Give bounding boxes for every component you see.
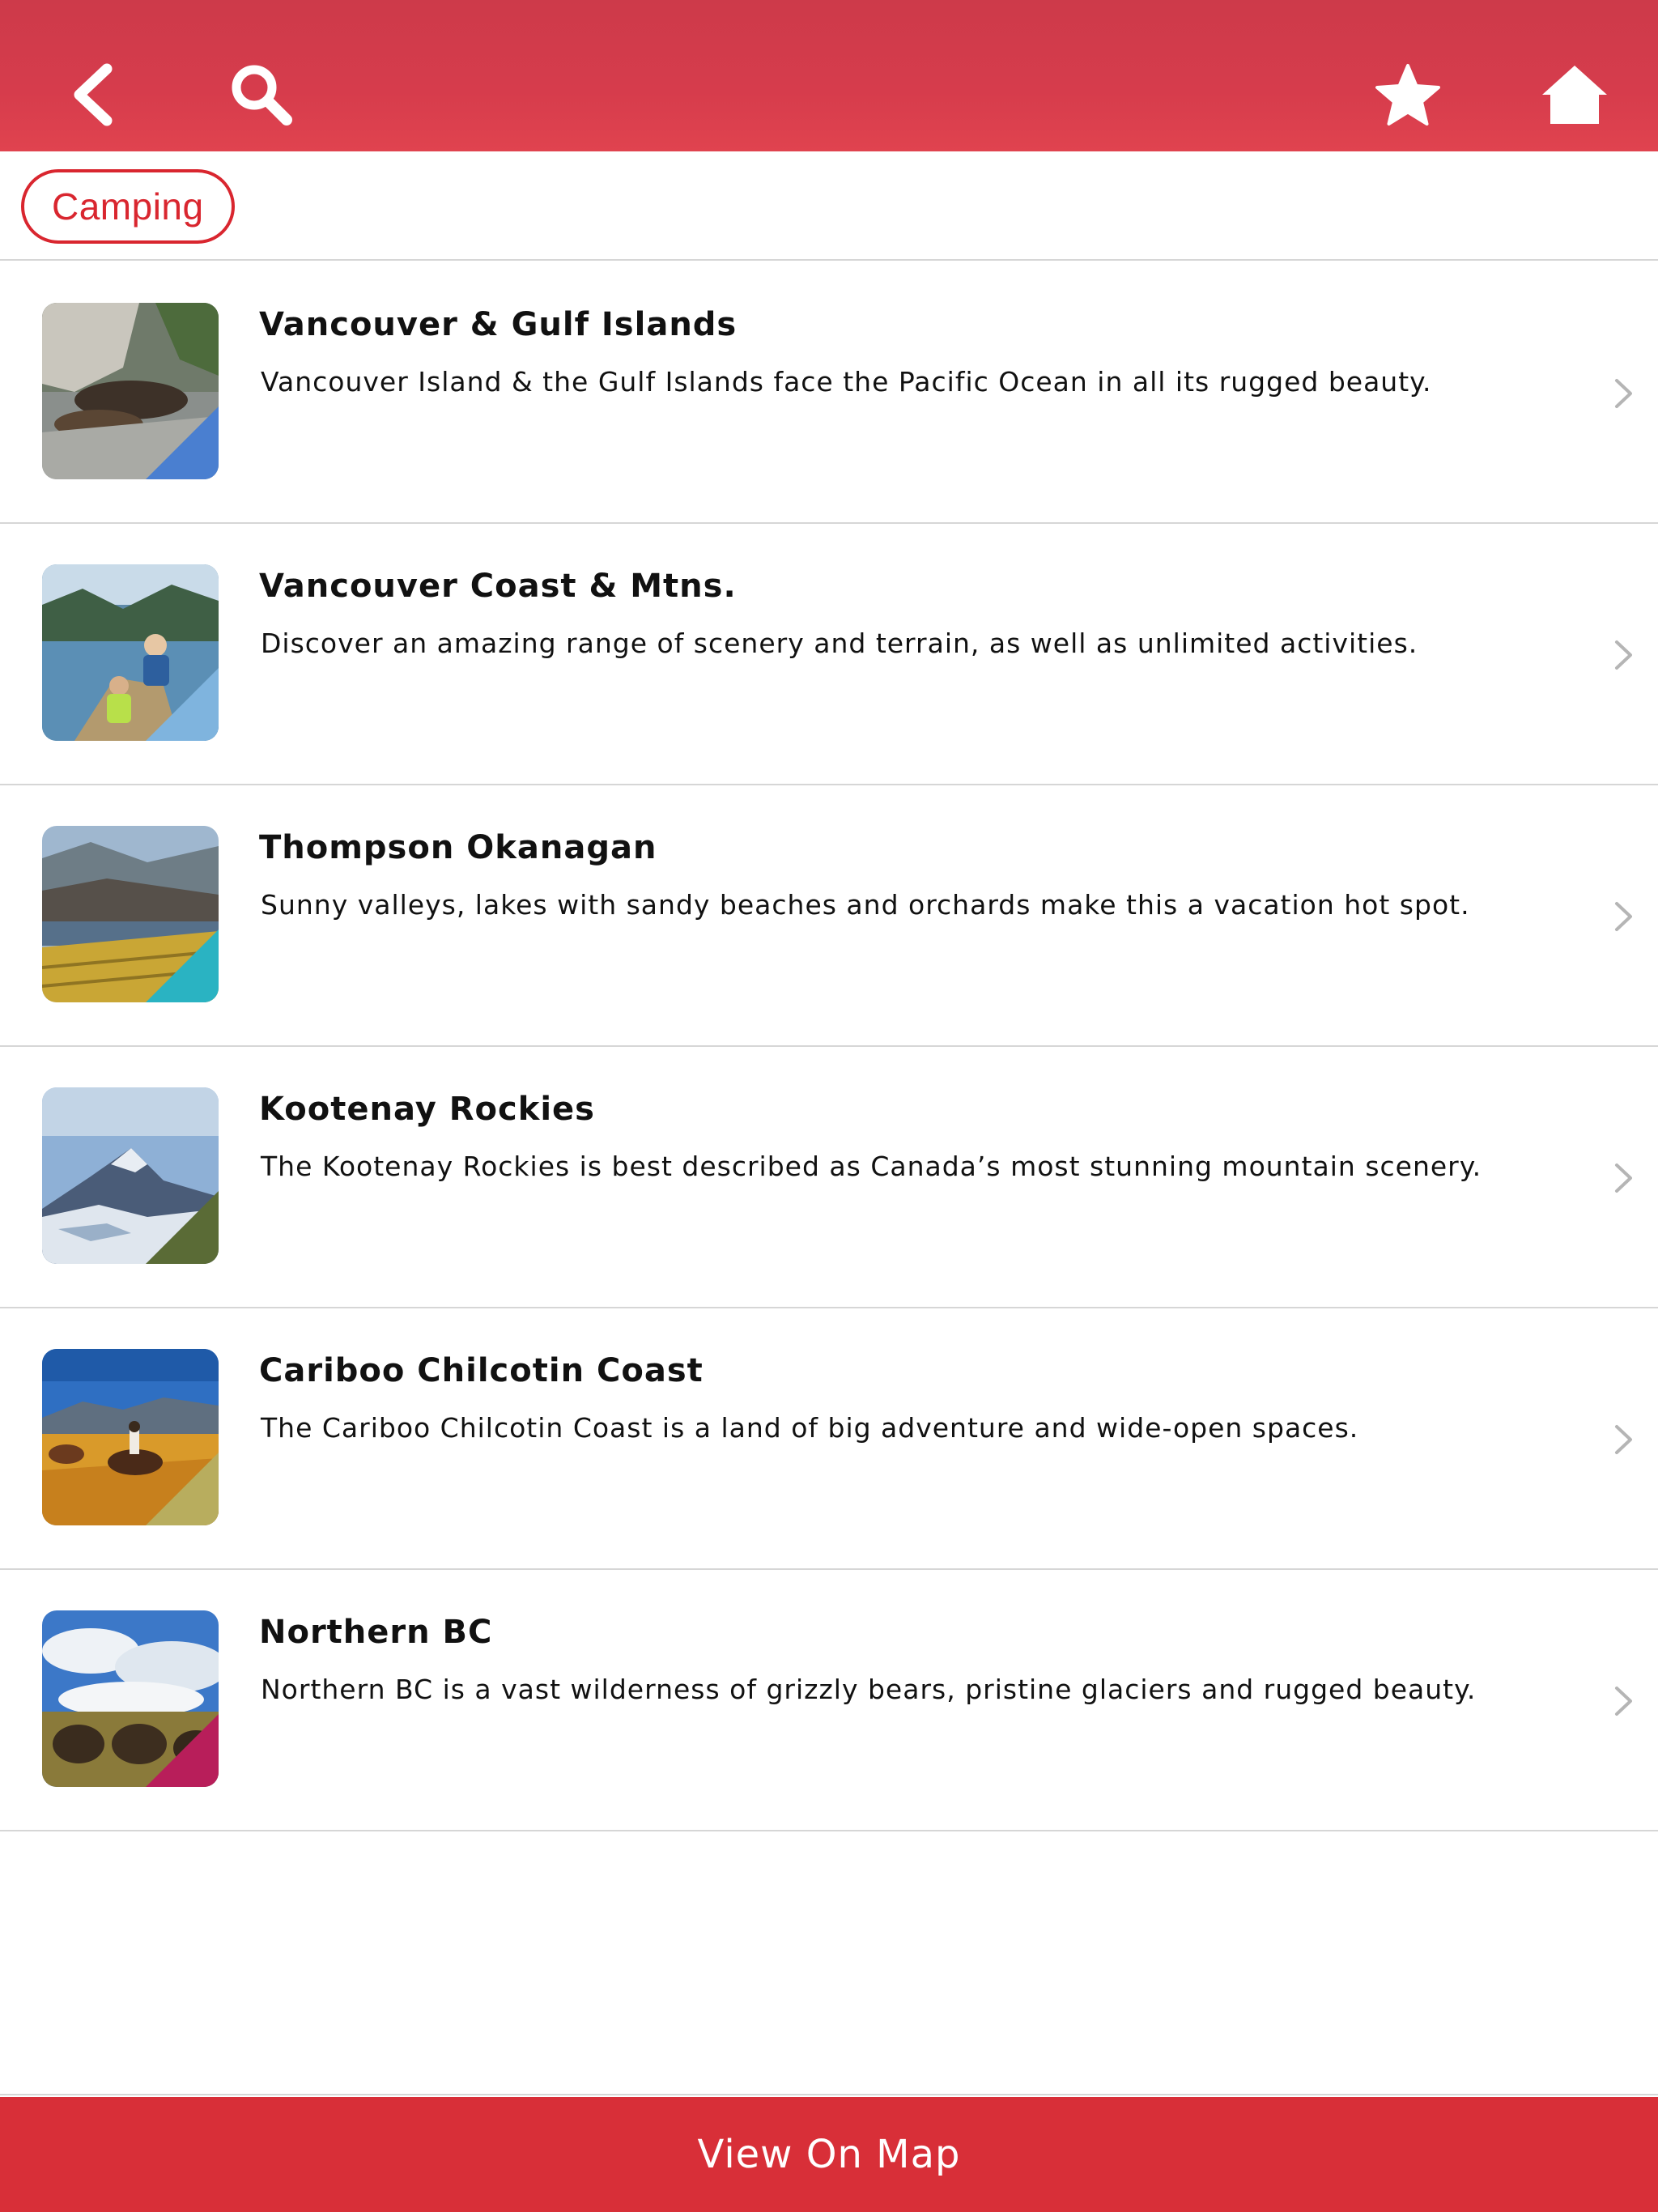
region-description: The Cariboo Chilcotin Coast is a land of… bbox=[261, 1412, 1359, 1444]
divider bbox=[0, 2094, 1658, 2095]
camping-filter-chip[interactable]: Camping bbox=[21, 169, 235, 244]
chevron-right-icon bbox=[1615, 379, 1632, 408]
search-icon bbox=[232, 65, 292, 125]
chevron-right-icon bbox=[1615, 902, 1632, 931]
region-thumbnail bbox=[42, 1349, 219, 1525]
top-nav-bar bbox=[0, 0, 1658, 151]
region-title: Northern BC bbox=[259, 1614, 493, 1651]
list-item[interactable]: Vancouver & Gulf Islands Vancouver Islan… bbox=[0, 262, 1658, 524]
chevron-right-icon bbox=[1615, 640, 1632, 670]
region-title: Vancouver & Gulf Islands bbox=[259, 306, 738, 343]
page: Camping Vancouver & Gulf Islands Vancouv… bbox=[0, 0, 1658, 2212]
region-description: Vancouver Island & the Gulf Islands face… bbox=[261, 366, 1432, 398]
region-list: Vancouver & Gulf Islands Vancouver Islan… bbox=[0, 262, 1658, 1831]
chevron-left-icon bbox=[74, 63, 113, 126]
region-description: Discover an amazing range of scenery and… bbox=[261, 627, 1418, 659]
region-thumbnail bbox=[42, 1087, 219, 1264]
region-description: Northern BC is a vast wilderness of griz… bbox=[261, 1674, 1477, 1705]
filter-bar: Camping bbox=[0, 151, 1658, 261]
region-thumbnail bbox=[42, 826, 219, 1002]
region-title: Cariboo Chilcotin Coast bbox=[259, 1352, 704, 1389]
home-icon bbox=[1542, 66, 1607, 124]
region-title: Kootenay Rockies bbox=[259, 1091, 595, 1128]
view-on-map-button[interactable]: View On Map bbox=[0, 2097, 1658, 2212]
region-description: The Kootenay Rockies is best described a… bbox=[261, 1151, 1482, 1182]
list-item[interactable]: Northern BC Northern BC is a vast wilder… bbox=[0, 1570, 1658, 1831]
star-icon bbox=[1375, 64, 1440, 125]
list-item[interactable]: Thompson Okanagan Sunny valleys, lakes w… bbox=[0, 785, 1658, 1047]
region-description: Sunny valleys, lakes with sandy beaches … bbox=[261, 889, 1470, 921]
list-item[interactable]: Kootenay Rockies The Kootenay Rockies is… bbox=[0, 1047, 1658, 1308]
list-item[interactable]: Cariboo Chilcotin Coast The Cariboo Chil… bbox=[0, 1308, 1658, 1570]
chip-label: Camping bbox=[52, 185, 204, 228]
list-item[interactable]: Vancouver Coast & Mtns. Discover an amaz… bbox=[0, 524, 1658, 785]
region-thumbnail bbox=[42, 303, 219, 479]
chevron-right-icon bbox=[1615, 1163, 1632, 1193]
region-title: Vancouver Coast & Mtns. bbox=[259, 568, 737, 605]
chevron-right-icon bbox=[1615, 1687, 1632, 1716]
home-button[interactable] bbox=[1530, 50, 1619, 139]
region-title: Thompson Okanagan bbox=[259, 829, 657, 866]
region-thumbnail bbox=[42, 564, 219, 741]
search-button[interactable] bbox=[217, 50, 306, 139]
back-button[interactable] bbox=[49, 50, 138, 139]
chevron-right-icon bbox=[1615, 1425, 1632, 1454]
map-button-label: View On Map bbox=[697, 2132, 961, 2177]
favorites-button[interactable] bbox=[1363, 50, 1452, 139]
region-thumbnail bbox=[42, 1610, 219, 1787]
